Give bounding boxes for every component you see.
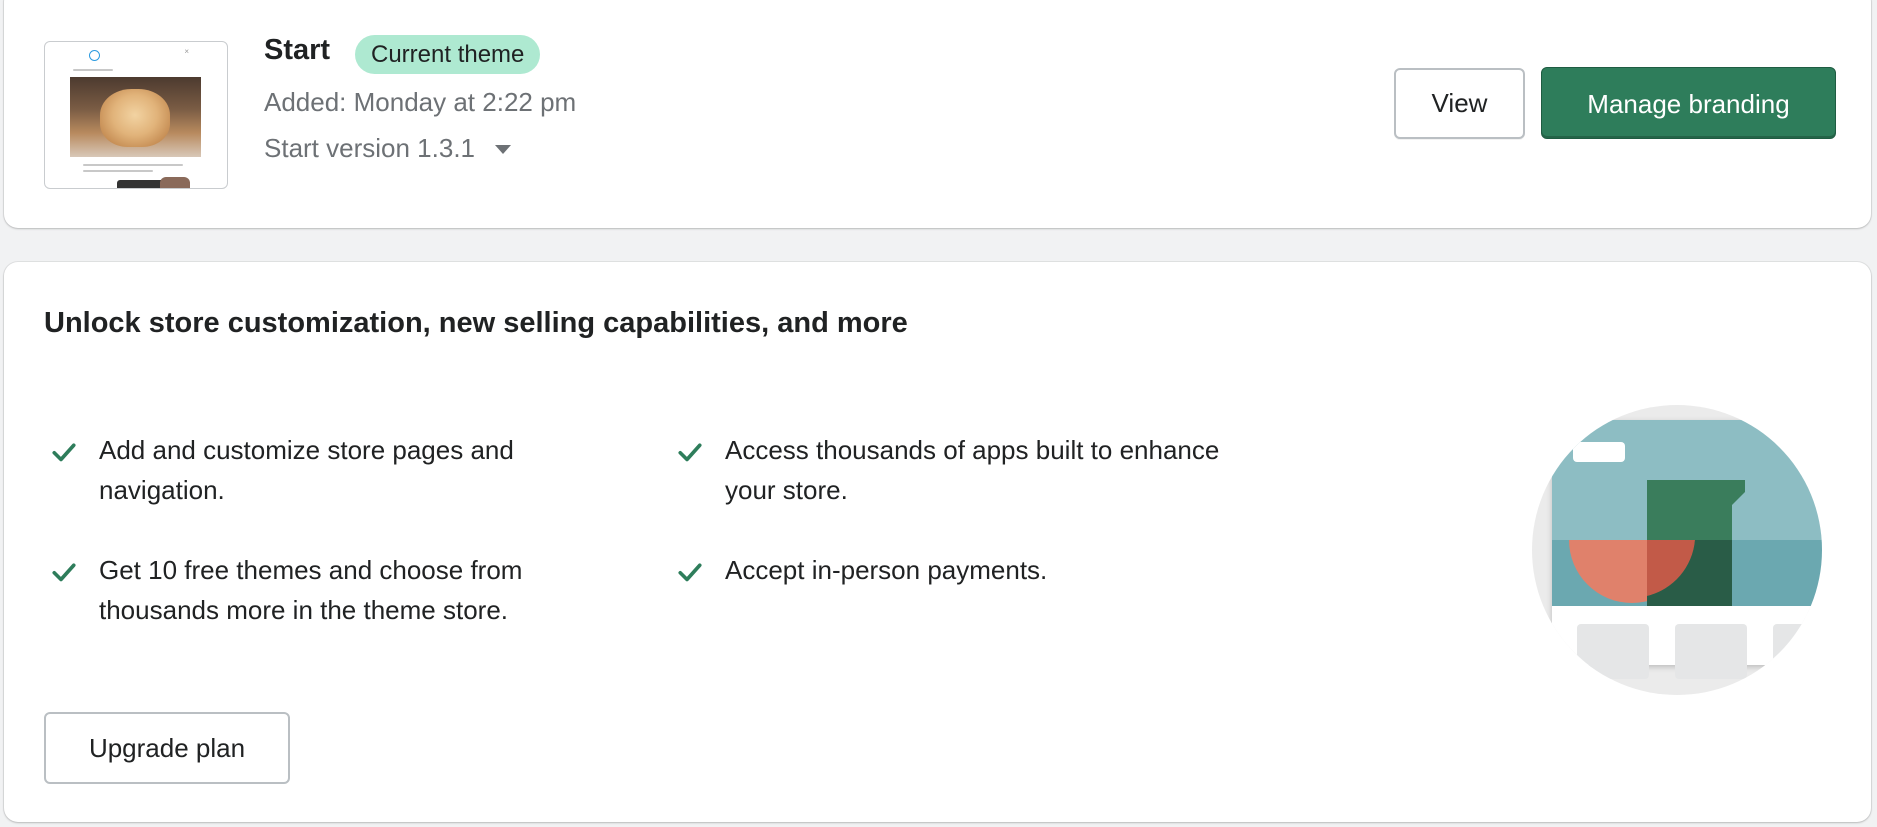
caret-down-icon [495,145,511,154]
feature-text: Get 10 free themes and choose from thous… [99,555,523,625]
manage-branding-button[interactable]: Manage branding [1541,67,1836,139]
store-illustration [1532,405,1822,695]
check-icon [678,443,702,462]
theme-thumbnail[interactable]: × [44,41,228,189]
feature-text: Access thousands of apps built to enhanc… [725,435,1220,505]
upgrade-card: Unlock store customization, new selling … [4,262,1871,822]
feature-item: Accept in-person payments. [675,550,1235,590]
theme-added-date: Added: Monday at 2:22 pm [264,87,577,117]
theme-card: × Start Current theme Added: Monday at 2… [4,0,1871,228]
feature-text: Add and customize store pages and naviga… [99,435,514,505]
upgrade-plan-button[interactable]: Upgrade plan [44,712,290,784]
thumbnail-text-line [83,170,153,172]
upgrade-card-title: Unlock store customization, new selling … [44,307,908,339]
view-button[interactable]: View [1394,68,1525,139]
thumbnail-dog-image [70,77,201,157]
thumbnail-logo-icon [89,50,100,61]
thumbnail-close-icon: × [184,47,189,56]
theme-title: Start [264,34,331,66]
feature-text: Accept in-person payments. [725,555,1048,585]
theme-version-label: Start version 1.3.1 [264,133,475,163]
feature-item: Access thousands of apps built to enhanc… [675,430,1235,510]
check-icon [52,443,76,462]
check-icon [52,563,76,582]
theme-version-selector[interactable]: Start version 1.3.1 [264,133,511,164]
feature-item: Get 10 free themes and choose from thous… [49,550,609,630]
current-theme-badge: Current theme [355,35,541,74]
thumbnail-text-line [83,164,183,166]
thumbnail-footer-image [160,177,190,188]
thumbnail-text-line [73,69,113,71]
check-icon [678,563,702,582]
feature-item: Add and customize store pages and naviga… [49,430,609,510]
